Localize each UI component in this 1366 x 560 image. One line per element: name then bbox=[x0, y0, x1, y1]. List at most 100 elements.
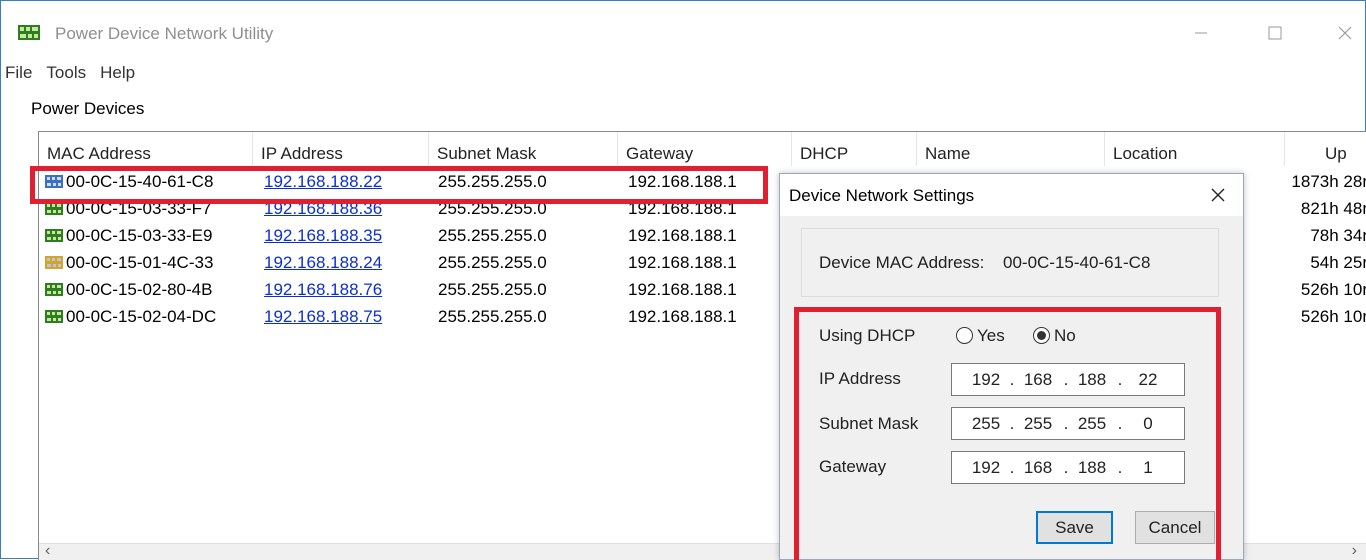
green-device-icon bbox=[45, 202, 63, 215]
close-icon bbox=[1211, 188, 1225, 202]
menu-tools[interactable]: Tools bbox=[39, 61, 93, 87]
subnet-octet-1[interactable]: 255 bbox=[966, 414, 1006, 434]
col-gateway[interactable]: Gateway bbox=[618, 132, 792, 166]
gateway-input[interactable]: 192 . 168 . 188 . 1 bbox=[951, 451, 1185, 484]
device-network-settings-dialog: Device Network Settings Device MAC Addre… bbox=[779, 173, 1244, 560]
subnet-mask-input[interactable]: 255 . 255 . 255 . 0 bbox=[951, 407, 1185, 440]
gateway-dot: . bbox=[1063, 458, 1069, 477]
maximize-button[interactable] bbox=[1255, 13, 1295, 53]
gateway-label: Gateway bbox=[819, 457, 887, 476]
col-subnet-mask[interactable]: Subnet Mask bbox=[429, 132, 618, 166]
green-device-icon bbox=[45, 310, 63, 323]
cell-mac: 00-0C-15-02-04-DC bbox=[66, 307, 217, 326]
gateway-dot: . bbox=[1009, 458, 1015, 477]
cell-subnet: 255.255.255.0 bbox=[438, 172, 547, 191]
cell-uptime: 54h 25r bbox=[1310, 253, 1366, 272]
ip-octet-4[interactable]: 22 bbox=[1128, 370, 1168, 390]
close-button[interactable] bbox=[1325, 13, 1365, 53]
dhcp-label: Using DHCP bbox=[819, 326, 916, 345]
scroll-right-arrow-icon[interactable]: › bbox=[1352, 542, 1357, 560]
dhcp-no-radio[interactable] bbox=[1033, 327, 1050, 344]
cell-gateway: 192.168.188.1 bbox=[628, 226, 737, 245]
scroll-left-arrow-icon[interactable]: ‹ bbox=[45, 542, 50, 560]
col-ip-address[interactable]: IP Address bbox=[253, 132, 429, 166]
main-window: Power Device Network Utility File Tools … bbox=[0, 0, 1366, 560]
subnet-dot: . bbox=[1009, 414, 1015, 433]
col-location[interactable]: Location bbox=[1105, 132, 1285, 166]
cancel-button[interactable]: Cancel bbox=[1135, 511, 1215, 544]
cell-mac: 00-0C-15-01-4C-33 bbox=[66, 253, 214, 272]
cell-ip-link[interactable]: 192.168.188.24 bbox=[264, 249, 382, 276]
cell-ip-link[interactable]: 192.168.188.36 bbox=[264, 195, 382, 222]
gateway-octet-3[interactable]: 188 bbox=[1072, 458, 1112, 478]
cell-subnet: 255.255.255.0 bbox=[438, 226, 547, 245]
col-name[interactable]: Name bbox=[917, 132, 1105, 166]
dialog-close-button[interactable] bbox=[1200, 180, 1236, 210]
dhcp-no-label[interactable]: No bbox=[1054, 326, 1076, 346]
cell-uptime: 1873h 28r bbox=[1291, 172, 1366, 191]
ip-dot: . bbox=[1063, 370, 1069, 389]
cell-subnet: 255.255.255.0 bbox=[438, 280, 547, 299]
title-bar: Power Device Network Utility bbox=[1, 1, 1365, 53]
dhcp-yes-radio[interactable] bbox=[956, 327, 973, 344]
ip-dot: . bbox=[1009, 370, 1015, 389]
subnet-octet-3[interactable]: 255 bbox=[1072, 414, 1112, 434]
ip-octet-2[interactable]: 168 bbox=[1018, 370, 1058, 390]
ip-address-label: IP Address bbox=[819, 369, 901, 388]
cell-ip-link[interactable]: 192.168.188.75 bbox=[264, 303, 382, 330]
subnet-dot: . bbox=[1063, 414, 1069, 433]
cell-mac: 00-0C-15-03-33-E9 bbox=[66, 226, 213, 245]
close-icon bbox=[1338, 26, 1352, 40]
cell-mac: 00-0C-15-03-33-F7 bbox=[66, 199, 212, 218]
cell-uptime: 526h 10r bbox=[1300, 280, 1366, 299]
cell-subnet: 255.255.255.0 bbox=[438, 199, 547, 218]
minimize-button[interactable] bbox=[1181, 13, 1221, 53]
mac-address-value: 00-0C-15-40-61-C8 bbox=[1003, 253, 1151, 272]
subnet-dot: . bbox=[1117, 414, 1123, 433]
gateway-octet-1[interactable]: 192 bbox=[966, 458, 1006, 478]
minimize-icon bbox=[1195, 32, 1207, 34]
subnet-mask-label: Subnet Mask bbox=[819, 414, 919, 433]
col-dhcp[interactable]: DHCP bbox=[792, 132, 917, 166]
subnet-octet-4[interactable]: 0 bbox=[1128, 414, 1168, 434]
menu-help[interactable]: Help bbox=[93, 61, 142, 87]
gateway-octet-2[interactable]: 168 bbox=[1018, 458, 1058, 478]
yellow-device-icon bbox=[45, 256, 63, 269]
cell-ip-link[interactable]: 192.168.188.22 bbox=[264, 168, 382, 195]
col-mac-address[interactable]: MAC Address bbox=[39, 132, 253, 166]
cell-ip-link[interactable]: 192.168.188.35 bbox=[264, 222, 382, 249]
menu-file[interactable]: File bbox=[1, 61, 39, 87]
cell-uptime: 821h 48r bbox=[1300, 199, 1366, 218]
cell-gateway: 192.168.188.1 bbox=[628, 307, 737, 326]
blue-device-icon bbox=[45, 175, 63, 188]
col-uptime[interactable]: Up bbox=[1285, 132, 1366, 166]
cell-uptime: 78h 34r bbox=[1310, 226, 1366, 245]
maximize-icon bbox=[1268, 26, 1282, 40]
mac-address-label: Device MAC Address: bbox=[819, 253, 985, 272]
ip-octet-3[interactable]: 188 bbox=[1072, 370, 1112, 390]
cell-mac: 00-0C-15-40-61-C8 bbox=[66, 172, 214, 191]
cell-subnet: 255.255.255.0 bbox=[438, 307, 547, 326]
dialog-title: Device Network Settings bbox=[789, 186, 975, 205]
ip-octet-1[interactable]: 192 bbox=[966, 370, 1006, 390]
dialog-title-bar: Device Network Settings bbox=[780, 174, 1243, 216]
cell-uptime: 526h 10r bbox=[1300, 307, 1366, 326]
cell-ip-link[interactable]: 192.168.188.76 bbox=[264, 276, 382, 303]
ip-address-input[interactable]: 192 . 168 . 188 . 22 bbox=[951, 363, 1185, 396]
mac-address-group: Device MAC Address: 00-0C-15-40-61-C8 bbox=[801, 228, 1219, 297]
subnet-octet-2[interactable]: 255 bbox=[1018, 414, 1058, 434]
list-header: MAC Address IP Address Subnet Mask Gatew… bbox=[39, 132, 1366, 166]
save-button[interactable]: Save bbox=[1036, 511, 1113, 544]
power-devices-label: Power Devices bbox=[31, 99, 145, 118]
cell-gateway: 192.168.188.1 bbox=[628, 199, 737, 218]
menu-bar: File Tools Help bbox=[1, 61, 142, 87]
dhcp-yes-label[interactable]: Yes bbox=[977, 326, 1005, 346]
cell-gateway: 192.168.188.1 bbox=[628, 253, 737, 272]
power-device-icon bbox=[18, 25, 40, 40]
gateway-octet-4[interactable]: 1 bbox=[1128, 458, 1168, 478]
cell-gateway: 192.168.188.1 bbox=[628, 172, 737, 191]
gateway-dot: . bbox=[1117, 458, 1123, 477]
green-device-icon bbox=[45, 229, 63, 242]
cell-subnet: 255.255.255.0 bbox=[438, 253, 547, 272]
green-device-icon bbox=[45, 283, 63, 296]
